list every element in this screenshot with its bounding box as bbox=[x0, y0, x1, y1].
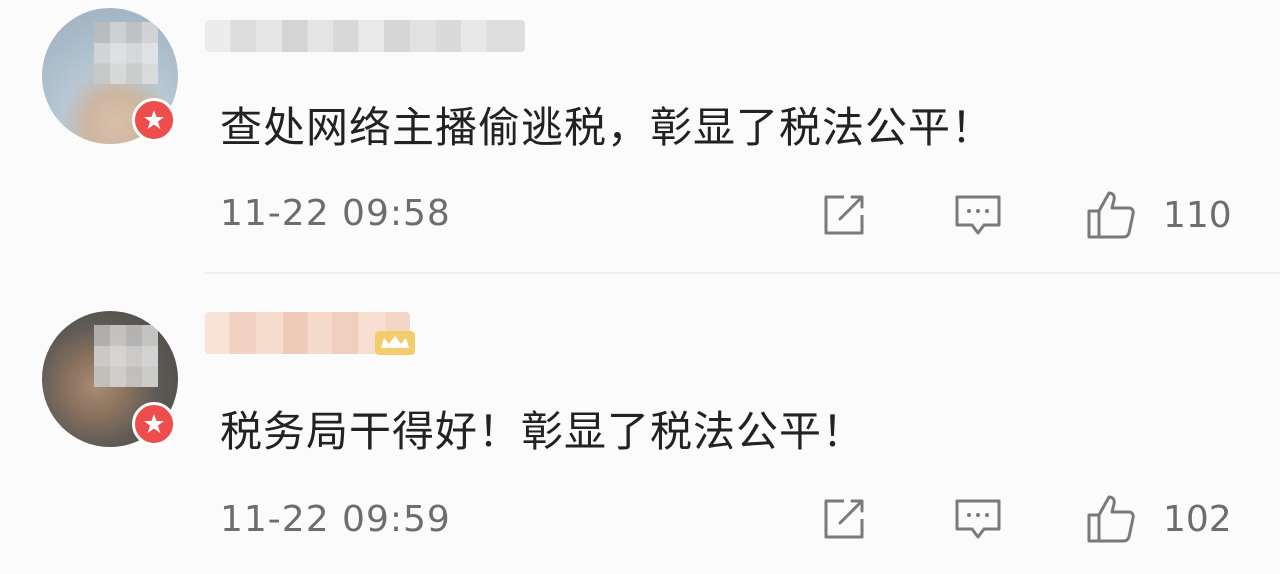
reply-icon bbox=[955, 195, 1001, 235]
avatar-mosaic bbox=[94, 325, 158, 387]
verified-badge-icon bbox=[132, 402, 176, 446]
comment-item: 查处网络主播偷逃税，彰显了税法公平！ 11-22 09:58 110 bbox=[0, 0, 1280, 287]
reply-icon bbox=[955, 499, 1001, 539]
comment-text: 查处网络主播偷逃税，彰显了税法公平！ bbox=[220, 103, 995, 152]
like-count: 110 bbox=[1163, 194, 1232, 236]
vip-icon bbox=[375, 331, 415, 355]
comment-timestamp: 11-22 09:59 bbox=[220, 499, 451, 540]
verified-badge-icon bbox=[132, 98, 176, 142]
comment-item: 税务局干得好！彰显了税法公平！ 11-22 09:59 102 bbox=[0, 287, 1280, 574]
share-icon bbox=[824, 195, 864, 235]
like-icon bbox=[1087, 495, 1135, 543]
reply-button[interactable] bbox=[952, 493, 1004, 545]
like-button[interactable]: 110 bbox=[1085, 189, 1232, 241]
reply-button[interactable] bbox=[952, 189, 1004, 241]
like-button[interactable]: 102 bbox=[1085, 493, 1232, 545]
comment-text: 税务局干得好！彰显了税法公平！ bbox=[220, 407, 866, 456]
share-icon bbox=[824, 499, 864, 539]
comment-feed: 查处网络主播偷逃税，彰显了税法公平！ 11-22 09:58 110 税务局干得… bbox=[0, 0, 1280, 574]
like-count: 102 bbox=[1163, 498, 1232, 540]
share-button[interactable] bbox=[818, 493, 870, 545]
like-icon bbox=[1087, 191, 1135, 239]
username-blurred[interactable] bbox=[205, 20, 525, 52]
avatar-mosaic bbox=[94, 22, 158, 84]
divider bbox=[205, 272, 1280, 274]
share-button[interactable] bbox=[818, 189, 870, 241]
comment-timestamp: 11-22 09:58 bbox=[220, 193, 451, 234]
